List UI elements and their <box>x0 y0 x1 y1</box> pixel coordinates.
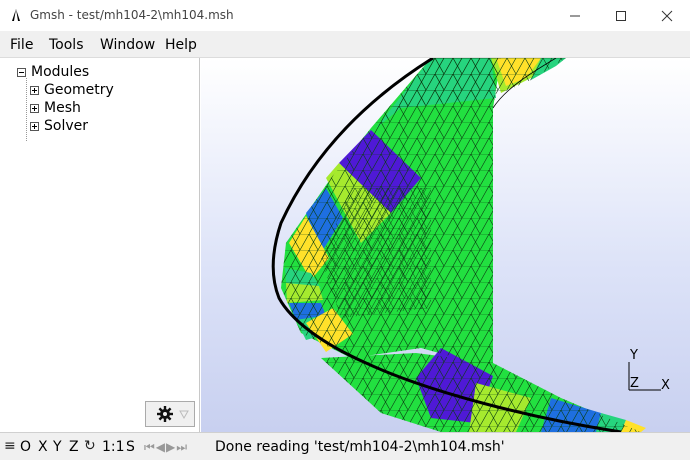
mesh-canvas[interactable] <box>201 58 690 432</box>
menu-file-label: File <box>10 37 34 53</box>
axis-label-z: Z <box>630 376 639 391</box>
menu-bar: File Tools Window Help <box>0 31 690 58</box>
mesh-surface <box>271 58 646 432</box>
title-bar: Gmsh - test/mh104-2\mh104.msh <box>0 0 690 31</box>
axis-label-x: X <box>661 378 670 393</box>
tree-item-modules-label: Modules <box>31 64 90 80</box>
menu-tools[interactable]: Tools <box>49 37 84 53</box>
options-gear-button[interactable] <box>145 401 195 427</box>
tree-item-solver[interactable]: Solver <box>30 117 88 135</box>
tree-item-mesh[interactable]: Mesh <box>30 99 81 117</box>
close-icon <box>661 10 673 21</box>
tree-item-geometry[interactable]: Geometry <box>30 81 114 99</box>
minimize-icon <box>570 15 580 16</box>
tree-item-geometry-label: Geometry <box>44 82 114 98</box>
expand-icon[interactable] <box>30 103 39 113</box>
menu-lines-icon[interactable]: ≡ <box>4 438 16 454</box>
tree-item-mesh-label: Mesh <box>44 100 81 116</box>
animation-controls-icon[interactable]: ⏮◀▶⏭ <box>144 440 188 455</box>
view-y-button[interactable]: Y <box>53 439 62 455</box>
tree-item-modules[interactable]: Modules <box>17 63 89 81</box>
close-button[interactable] <box>644 0 690 31</box>
maximize-icon <box>616 10 626 21</box>
status-bar: ≡ O X Y Z ↻ 1:1 S ⏮◀▶⏭ Done reading 'tes… <box>0 432 690 460</box>
expand-icon[interactable] <box>30 85 39 95</box>
rotate-icon[interactable]: ↻ <box>84 438 96 454</box>
graphics-viewport[interactable]: Y Z X <box>201 58 690 432</box>
scale-button[interactable]: 1:1 <box>102 439 125 455</box>
view-x-button[interactable]: X <box>38 439 48 455</box>
status-message: Done reading 'test/mh104-2\mh104.msh' <box>215 439 505 455</box>
menu-window[interactable]: Window <box>100 37 155 53</box>
tree-connector <box>26 78 27 141</box>
menu-window-label: Window <box>100 37 156 53</box>
menu-help[interactable]: Help <box>165 37 197 53</box>
menu-tools-label: Tools <box>49 37 84 53</box>
select-button[interactable]: S <box>126 439 135 455</box>
axis-label-y: Y <box>630 348 638 363</box>
expand-icon[interactable] <box>30 121 39 131</box>
menu-help-label: Help <box>165 37 197 53</box>
view-origin-button[interactable]: O <box>20 439 31 455</box>
maximize-button[interactable] <box>598 0 644 31</box>
gmsh-logo-icon <box>12 9 20 21</box>
gear-icon <box>157 406 189 422</box>
window-title: Gmsh - test/mh104-2\mh104.msh <box>30 8 234 22</box>
tree-item-solver-label: Solver <box>44 118 88 134</box>
collapse-icon[interactable] <box>17 67 26 77</box>
view-z-button[interactable]: Z <box>69 439 79 455</box>
module-tree: Modules Geometry Mesh Solver <box>0 58 200 432</box>
minimize-button[interactable] <box>552 0 598 31</box>
menu-file[interactable]: File <box>10 37 33 53</box>
